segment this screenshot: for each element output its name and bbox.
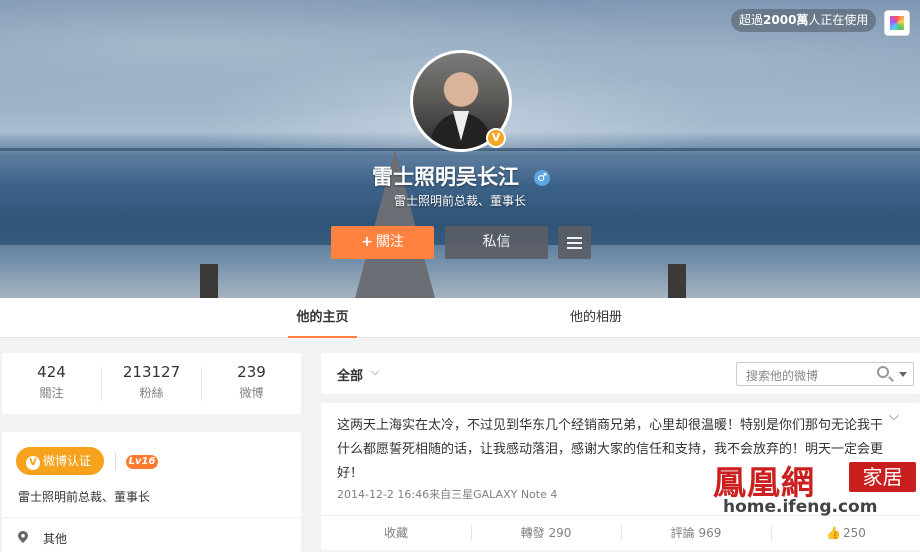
ifeng-watermark: 鳳凰網 家居 home.ifeng.com	[713, 456, 920, 522]
stat-value: 239	[237, 363, 266, 381]
profile-name: 雷士照明吴长江	[372, 165, 519, 189]
tab-home[interactable]: 他的主页	[288, 298, 357, 338]
filter-all[interactable]: 全部	[337, 365, 363, 384]
favorite-button[interactable]: 收藏	[321, 516, 471, 551]
dropdown-icon[interactable]	[899, 372, 907, 377]
profile-tabs: 他的主页 他的相册	[0, 298, 920, 338]
search-icon[interactable]	[877, 366, 889, 378]
message-button[interactable]: 私信	[445, 226, 548, 259]
repost-button[interactable]: 轉發 290	[471, 516, 621, 551]
stat-posts[interactable]: 239 微博	[202, 363, 301, 401]
stat-label: 關注	[39, 386, 64, 400]
location-icon	[18, 531, 28, 543]
divider	[2, 517, 301, 518]
follow-label: 關注	[375, 234, 404, 250]
more-menu-button[interactable]	[558, 226, 591, 259]
male-icon: ♂	[534, 170, 550, 186]
chevron-down-icon[interactable]: ⌵	[371, 365, 379, 379]
verify-label: 微博认证	[43, 454, 92, 468]
stat-label: 微博	[239, 386, 264, 400]
pier-post	[200, 264, 218, 298]
menu-icon	[567, 237, 582, 239]
like-count: 250	[843, 526, 866, 540]
level-badge[interactable]: Lv16	[126, 455, 158, 469]
verified-icon: V	[486, 128, 506, 148]
verified-icon: V	[26, 456, 40, 470]
plus-icon: +	[361, 234, 373, 250]
watermark-tag: 家居	[849, 462, 916, 492]
stat-following[interactable]: 424 關注	[2, 363, 101, 401]
palette-icon	[890, 16, 904, 30]
info-description: 雷士照明前总裁、董事长	[18, 490, 151, 504]
post-meta[interactable]: 2014-12-2 16:46来自三星GALAXY Note 4	[337, 486, 557, 502]
stat-value: 213127	[122, 363, 181, 381]
tab-album[interactable]: 他的相册	[570, 298, 622, 338]
search-input[interactable]: 搜索他的微博	[736, 362, 914, 386]
stats-card: 424 關注 213127 粉絲 239 微博	[2, 353, 301, 414]
verify-badge[interactable]: V 微博认证	[16, 447, 104, 475]
profile-subtitle: 雷士照明前总裁、董事长	[394, 194, 527, 208]
menu-icon-line	[567, 242, 582, 244]
stat-value: 424	[37, 363, 66, 381]
search-placeholder: 搜索他的微博	[746, 369, 819, 383]
stat-fans[interactable]: 213127 粉絲	[102, 363, 201, 401]
follow-button[interactable]: + 關注	[331, 226, 434, 259]
skin-button[interactable]	[884, 10, 910, 36]
feed-filter-bar: 全部 ⌵ 搜索他的微博	[321, 353, 920, 394]
location-text: 其他	[43, 532, 68, 546]
stat-label: 粉絲	[139, 386, 164, 400]
watermark-url: home.ifeng.com	[723, 497, 878, 517]
divider	[115, 452, 116, 470]
user-count-badge: 超過2000萬人正在使用	[731, 9, 877, 32]
info-card: V 微博认证 Lv16 雷士照明前总裁、董事长 其他	[2, 432, 301, 552]
pier-post	[668, 264, 686, 298]
chevron-down-icon[interactable]: ⌵	[889, 409, 899, 424]
menu-icon-line	[567, 247, 582, 249]
